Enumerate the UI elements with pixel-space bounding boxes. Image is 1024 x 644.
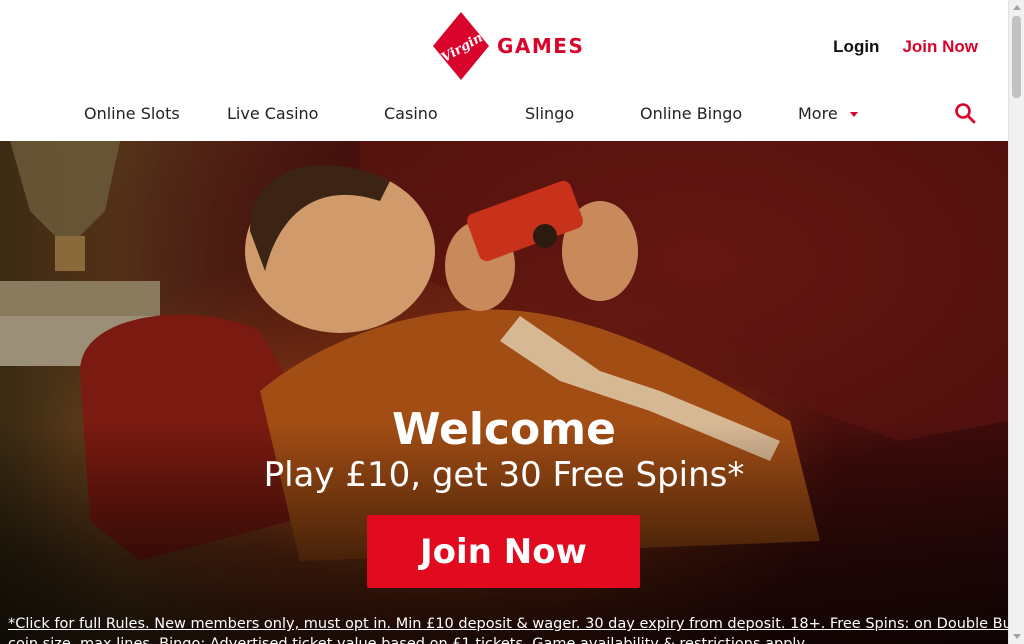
login-link[interactable]: Login <box>833 37 879 57</box>
vertical-scrollbar[interactable] <box>1008 0 1024 644</box>
terms-line-2: coin size, max lines. Bingo: Advertised … <box>8 636 808 644</box>
nav-live-casino[interactable]: Live Casino <box>227 104 318 123</box>
nav-more-label: More <box>798 104 838 123</box>
nav-online-slots[interactable]: Online Slots <box>84 104 180 123</box>
join-now-link[interactable]: Join Now <box>902 37 978 57</box>
virgin-games-logo[interactable]: Virgin GAMES <box>433 12 584 80</box>
nav-slingo[interactable]: Slingo <box>525 104 574 123</box>
hero-join-now-button[interactable]: Join Now <box>367 515 640 588</box>
nav-online-bingo[interactable]: Online Bingo <box>640 104 742 123</box>
logo-diamond-icon: Virgin <box>433 12 489 80</box>
scroll-thumb[interactable] <box>1012 16 1021 98</box>
logo-games-text: GAMES <box>497 34 585 58</box>
nav-more[interactable]: More <box>798 104 858 123</box>
main-nav: Online Slots Live Casino Casino Slingo O… <box>0 104 1008 128</box>
hero-subtitle: Play £10, get 30 Free Spins* <box>263 455 745 495</box>
terms-link[interactable]: *Click for full Rules. New members only,… <box>8 614 1008 644</box>
search-icon <box>955 103 976 124</box>
caret-down-icon <box>849 112 858 117</box>
hero-title: Welcome <box>392 404 616 455</box>
nav-casino[interactable]: Casino <box>384 104 438 123</box>
site-header: Virgin GAMES Login Join Now Online Slots… <box>0 0 1008 141</box>
auth-links: Login Join Now <box>833 37 978 57</box>
scroll-up-arrow-icon[interactable] <box>1013 5 1021 10</box>
scroll-down-arrow-icon[interactable] <box>1013 634 1021 639</box>
terms-line-1: *Click for full Rules. New members only,… <box>8 616 1008 632</box>
search-button[interactable] <box>954 102 976 129</box>
hero-banner[interactable]: Welcome Play £10, get 30 Free Spins* Joi… <box>0 141 1008 644</box>
